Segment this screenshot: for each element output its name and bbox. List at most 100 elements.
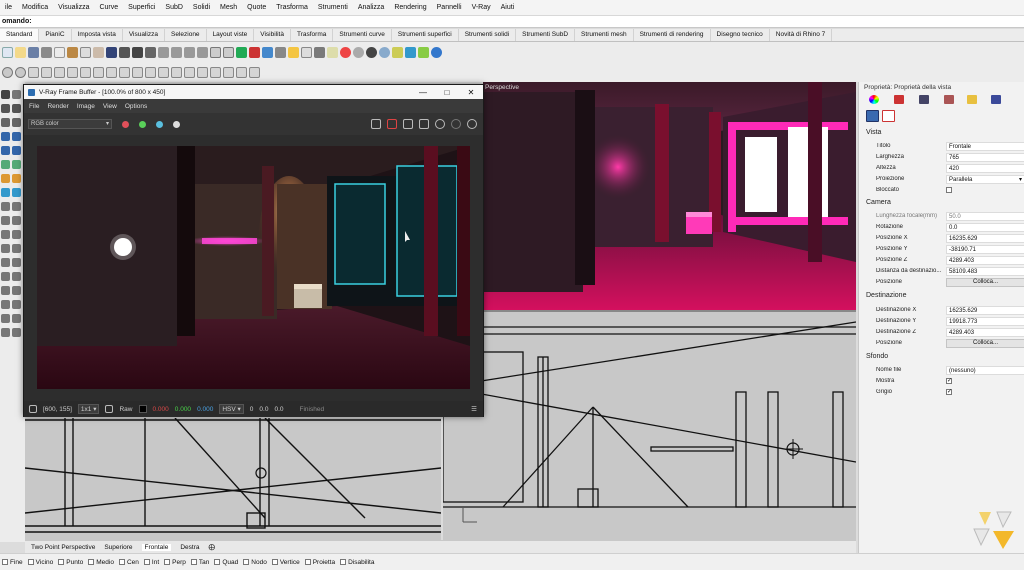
position-z-field[interactable]: 4289.403 [946,255,1024,265]
osnap-punto[interactable]: Punto [58,559,83,566]
command-line[interactable]: omando: [0,16,1024,28]
menu-curve[interactable]: Curve [94,4,123,11]
text-icon[interactable] [93,66,104,78]
select-icon[interactable] [119,46,130,58]
display-icon[interactable] [991,95,1001,104]
grasshopper-icon[interactable] [418,46,429,58]
target-distance-field[interactable]: 58109.483 [946,266,1024,276]
osnap-int[interactable]: Int [143,559,159,566]
color-icon[interactable] [869,95,879,104]
frame-icon[interactable] [67,66,78,78]
title-field[interactable]: Frontale [946,141,1024,151]
close-icon[interactable]: ✕ [459,88,483,97]
zoom-window-icon[interactable] [171,46,182,58]
target-x-field[interactable]: 16235.629 [946,305,1024,315]
show-checkbox[interactable]: ✓ [946,378,952,384]
toolbar-tab-visualizza[interactable]: Visualizza [123,29,165,41]
undo-icon[interactable] [106,46,117,58]
lock-icon[interactable] [249,46,260,58]
blue-channel-icon[interactable] [156,120,163,128]
zoom-icon[interactable] [158,46,169,58]
vray-menu-image[interactable]: Image [77,103,95,110]
menu-pannelli[interactable]: Pannelli [432,4,467,11]
object-icon[interactable] [41,66,52,78]
osnap-vicino[interactable]: Vicino [27,559,53,566]
green-channel-icon[interactable] [139,120,146,128]
viewport-tab-two-point[interactable]: Two Point Perspective [31,544,95,551]
extrude-icon[interactable] [12,132,21,141]
viewport-tab-icon[interactable] [882,110,895,122]
light-icon[interactable] [262,46,273,58]
menu-aiuti[interactable]: Aiuti [496,4,520,11]
material-icon[interactable] [353,46,364,58]
hatch-icon[interactable] [1,300,10,309]
toolbar-tab-strumenti-subd[interactable]: Strumenti SubD [516,29,576,41]
layer-tool-icon[interactable] [12,328,21,337]
channel-select[interactable]: RGB color ▾ [28,119,112,129]
osnap-quad[interactable]: Quad [214,559,238,566]
menu-visualizza[interactable]: Visualizza [53,4,94,11]
menu-analizza[interactable]: Analizza [353,4,389,11]
track-mouse-icon[interactable] [419,119,429,129]
fillet-icon[interactable] [12,258,21,267]
group-tool-icon[interactable] [12,314,21,323]
projection-select[interactable]: Parallela ▾ [946,174,1024,184]
toolbar-tab-strumenti-mesh[interactable]: Strumenti mesh [575,29,634,41]
osnap-medio[interactable]: Medio [88,559,114,566]
perspective-viewport[interactable]: Perspective [483,82,856,310]
target-z-field[interactable]: 4289.403 [946,327,1024,337]
background-file-field[interactable]: (nessuno) [946,365,1024,375]
gray-checkbox[interactable]: ✓ [946,389,952,395]
copy-icon[interactable] [80,46,91,58]
rotate-view-icon[interactable] [145,46,156,58]
render-tab-icon[interactable] [919,95,929,104]
position-y-field[interactable]: -38190.71 [946,244,1024,254]
paste-icon[interactable] [93,46,104,58]
toolbar-tab-strumenti-curve[interactable]: Strumenti curve [333,29,392,41]
block-tool-icon[interactable] [1,328,10,337]
menu-superfici[interactable]: Superfici [123,4,160,11]
region-render-icon[interactable] [403,119,413,129]
polyline-icon[interactable] [12,104,21,113]
environment-icon[interactable] [366,46,377,58]
solid-icon[interactable] [1,160,10,169]
toolbar-tab-strumenti-superfici[interactable]: Strumenti superfici [392,29,459,41]
rotate-icon[interactable] [1,216,10,225]
curve-icon[interactable] [1,118,10,127]
array-icon[interactable] [1,258,10,267]
menu-subd[interactable]: SubD [160,4,188,11]
move-icon[interactable] [1,202,10,211]
clear-image-icon[interactable] [387,119,397,129]
menu-strumenti[interactable]: Strumenti [313,4,353,11]
layer-icon[interactable] [236,46,247,58]
boolean-union-icon[interactable] [1,174,10,183]
group-icon[interactable] [249,66,260,78]
menu-mesh[interactable]: Mesh [215,4,242,11]
maximize-icon[interactable]: □ [435,88,459,97]
sweep-icon[interactable] [12,146,21,155]
target-y-field[interactable]: 19918.773 [946,316,1024,326]
osnap-fine[interactable]: Fine [2,559,23,566]
toolbar-tab-trasforma[interactable]: Trasforma [291,29,334,41]
camera-tab-icon[interactable] [866,110,879,122]
toolbar-tab-imposta-vista[interactable]: Imposta vista [72,29,123,41]
toolbar-tab-strumenti-rendering[interactable]: Strumenti di rendering [634,29,711,41]
select-arrow-icon[interactable] [1,90,10,99]
point-icon[interactable] [12,90,21,99]
osnap-proietta[interactable]: Proietta [304,559,335,566]
toolbar-tab-selezione[interactable]: Selezione [165,29,207,41]
osnap-nodo[interactable]: Nodo [243,559,267,566]
vray-menu-render[interactable]: Render [47,103,68,110]
toolbar-tab-disegno-tecnico[interactable]: Disegno tecnico [711,29,770,41]
width-field[interactable]: 765 [946,152,1024,162]
render-teapot-icon[interactable] [435,119,445,129]
target-place-button[interactable]: Colloca... [946,338,1024,348]
focal-length-field[interactable]: 50.0 [946,211,1024,221]
save-image-icon[interactable] [371,119,381,129]
pan-icon[interactable] [132,46,143,58]
locked-checkbox[interactable] [946,187,952,193]
viewport-tab-frontale[interactable]: Frontale [141,543,172,551]
add-viewport-icon[interactable]: ⨁ [209,543,216,551]
save-icon[interactable] [28,46,39,58]
front-viewport[interactable] [442,310,857,540]
